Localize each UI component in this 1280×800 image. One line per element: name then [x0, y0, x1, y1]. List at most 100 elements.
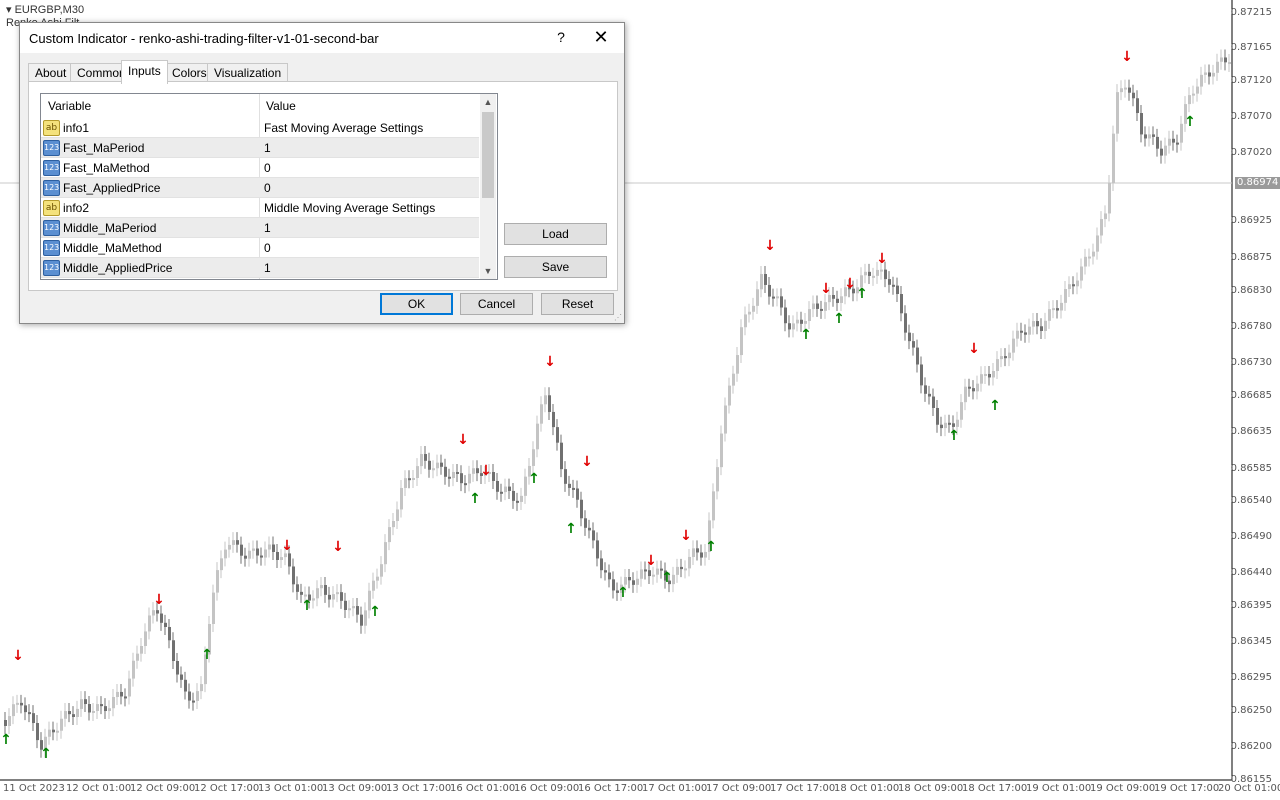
- variable-value[interactable]: 1: [264, 221, 271, 235]
- variable-value[interactable]: 1: [264, 141, 271, 155]
- reset-button[interactable]: Reset: [541, 293, 614, 315]
- candle-body: [924, 385, 927, 394]
- help-button[interactable]: ?: [550, 29, 572, 47]
- candle-body: [680, 566, 683, 570]
- resize-grip-icon[interactable]: ⋰: [614, 313, 622, 322]
- candle-body: [800, 319, 803, 324]
- variable-value[interactable]: 1: [264, 261, 271, 275]
- tab-about[interactable]: About: [28, 63, 74, 83]
- candle-body: [624, 577, 627, 585]
- save-button[interactable]: Save: [504, 256, 607, 278]
- candle-body: [1172, 138, 1175, 143]
- candle-body: [724, 405, 727, 434]
- price-tick-label: 0.86250: [1230, 705, 1272, 716]
- candle-body: [912, 341, 915, 348]
- candle-body: [216, 570, 219, 593]
- variable-value[interactable]: 0: [264, 161, 271, 175]
- candle-body: [60, 718, 63, 731]
- column-value-header[interactable]: Value: [266, 99, 296, 113]
- candle-body: [188, 691, 191, 701]
- grid-row[interactable]: 123 Middle_MaMethod 0: [41, 238, 479, 258]
- close-button[interactable]: ✕: [588, 27, 614, 49]
- candle-body: [1064, 289, 1067, 303]
- candle-body: [1072, 284, 1075, 287]
- column-variable-header[interactable]: Variable: [48, 99, 91, 113]
- grid-row[interactable]: 123 Middle_AppliedPrice 1: [41, 258, 479, 278]
- candle-body: [508, 486, 511, 491]
- price-tick-label: 0.86875: [1230, 252, 1272, 263]
- text-param-icon: ab: [43, 200, 60, 216]
- candle-body: [440, 462, 443, 467]
- scrollbar-thumb[interactable]: [482, 112, 494, 198]
- candle-body: [244, 555, 247, 559]
- candle-body: [364, 610, 367, 626]
- variable-value[interactable]: Fast Moving Average Settings: [264, 121, 423, 135]
- variable-value[interactable]: 0: [264, 181, 271, 195]
- scroll-down-arrow-icon[interactable]: ▼: [480, 263, 496, 279]
- grid-scrollbar[interactable]: ▲ ▼: [480, 94, 496, 279]
- load-button[interactable]: Load: [504, 223, 607, 245]
- buy-arrow-icon: ↑: [469, 491, 481, 507]
- cancel-button[interactable]: Cancel: [460, 293, 533, 315]
- candle-body: [832, 295, 835, 299]
- grid-row[interactable]: ab info2 Middle Moving Average Settings: [41, 198, 479, 218]
- candle-body: [896, 285, 899, 295]
- candle-body: [384, 542, 387, 565]
- candle-body: [788, 323, 791, 330]
- candle-body: [632, 580, 635, 585]
- candle-body: [804, 320, 807, 324]
- candle-body: [740, 327, 743, 356]
- candle-body: [1076, 280, 1079, 287]
- buy-arrow-icon: ↑: [989, 398, 1001, 414]
- candle-body: [32, 713, 35, 724]
- candle-body: [456, 471, 459, 474]
- candle-body: [984, 373, 987, 376]
- grid-row[interactable]: 123 Fast_AppliedPrice 0: [41, 178, 479, 198]
- candle-body: [776, 296, 779, 299]
- dialog-titlebar[interactable]: Custom Indicator - renko-ashi-trading-fi…: [20, 23, 624, 53]
- candle-body: [124, 696, 127, 699]
- candle-body: [996, 359, 999, 372]
- candle-body: [1176, 142, 1179, 145]
- sell-arrow-icon: ↓: [332, 539, 344, 555]
- time-tick-label: 16 Oct 17:00: [578, 783, 644, 794]
- candle-body: [352, 606, 355, 609]
- grid-row[interactable]: 123 Fast_MaMethod 0: [41, 158, 479, 178]
- number-param-icon: 123: [43, 140, 60, 156]
- candle-body: [756, 289, 759, 306]
- inputs-panel: Variable Value ab info1 Fast Moving Aver…: [28, 81, 618, 291]
- candle-body: [460, 473, 463, 484]
- tab-visualization[interactable]: Visualization: [207, 63, 289, 83]
- inputs-grid[interactable]: Variable Value ab info1 Fast Moving Aver…: [40, 93, 498, 280]
- time-tick-label: 13 Oct 01:00: [258, 783, 324, 794]
- scroll-up-arrow-icon[interactable]: ▲: [480, 94, 496, 110]
- candle-body: [928, 393, 931, 397]
- candle-body: [512, 490, 515, 501]
- sell-arrow-icon: ↓: [876, 251, 888, 267]
- candle-body: [1132, 92, 1135, 99]
- collapse-triangle-icon[interactable]: ▾: [6, 4, 15, 16]
- candle-body: [1164, 145, 1167, 156]
- grid-row[interactable]: 123 Fast_MaPeriod 1: [41, 138, 479, 158]
- candle-body: [164, 622, 167, 627]
- candle-body: [692, 548, 695, 557]
- candle-body: [1020, 330, 1023, 333]
- chart-symbol-label: ▾ EURGBP,M30: [6, 4, 85, 16]
- tab-inputs[interactable]: Inputs: [121, 60, 168, 84]
- candle-body: [580, 499, 583, 519]
- variable-name: info2: [63, 201, 90, 215]
- candle-body: [640, 569, 643, 579]
- grid-row[interactable]: 123 Middle_MaPeriod 1: [41, 218, 479, 238]
- price-tick-label: 0.86585: [1230, 463, 1272, 474]
- candle-body: [148, 615, 151, 632]
- candle-body: [392, 521, 395, 528]
- sell-arrow-icon: ↓: [680, 528, 692, 544]
- variable-value[interactable]: 0: [264, 241, 271, 255]
- sell-arrow-icon: ↓: [480, 463, 492, 479]
- buy-arrow-icon: ↑: [661, 570, 673, 586]
- candle-body: [1012, 338, 1015, 353]
- variable-value[interactable]: Middle Moving Average Settings: [264, 201, 435, 215]
- price-tick-label: 0.86730: [1230, 357, 1272, 368]
- grid-row[interactable]: ab info1 Fast Moving Average Settings: [41, 118, 479, 138]
- ok-button[interactable]: OK: [380, 293, 453, 315]
